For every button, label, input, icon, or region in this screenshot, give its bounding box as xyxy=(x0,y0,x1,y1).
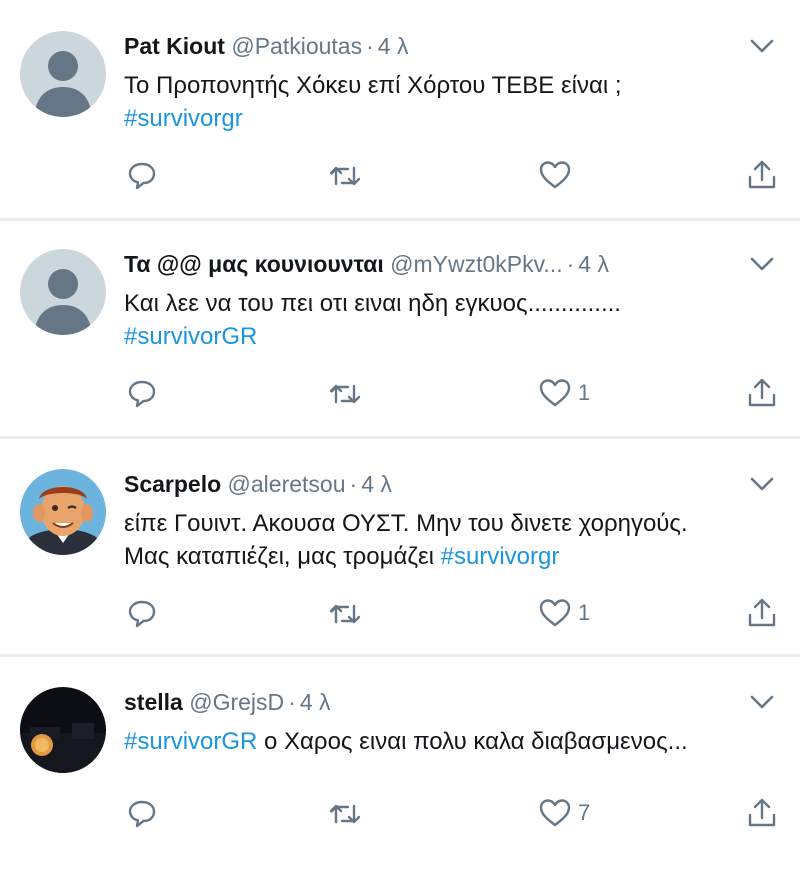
tweet-header: Scarpelo @aleretsou · 4 λ xyxy=(124,469,392,499)
reply-button[interactable] xyxy=(126,793,160,833)
text-span: ο Χαρος ειναι πολυ καλα διαβασμενος... xyxy=(257,728,688,755)
chevron-down-icon[interactable] xyxy=(748,250,776,278)
like-button[interactable]: 1 xyxy=(538,593,590,633)
tweet-text-line: είπε Γουιντ. Ακουσα ΟΥΣΤ. Μην του δινετε… xyxy=(124,507,774,540)
tweet[interactable]: stella @GrejsD · 4 λ #survivorGR ο Χαρος ει… xyxy=(0,656,800,874)
heart-icon xyxy=(538,596,572,630)
user-handle[interactable]: @aleretsou xyxy=(228,471,346,497)
reply-button[interactable] xyxy=(126,373,160,413)
like-button[interactable]: 1 xyxy=(538,373,590,413)
reply-button[interactable] xyxy=(126,593,160,633)
tweet-divider xyxy=(0,436,800,439)
timestamp[interactable]: 4 λ xyxy=(378,33,409,59)
timeline-feed: Pat Kiout @Patkioutas · 4 λ Το Προπονητής Χ… xyxy=(0,0,800,832)
tweet-divider xyxy=(0,654,800,657)
display-name[interactable]: Pat Kiout xyxy=(124,33,225,59)
retweet-icon xyxy=(327,376,363,410)
retweet-button[interactable] xyxy=(327,155,363,195)
tweet-actions: 1 xyxy=(0,593,800,633)
user-handle[interactable]: @Patkioutas xyxy=(231,33,362,59)
reply-button[interactable] xyxy=(126,155,160,195)
heart-icon xyxy=(538,158,572,192)
tweet[interactable]: Pat Kiout @Patkioutas · 4 λ Το Προπονητής Χ… xyxy=(0,0,800,218)
avatar[interactable] xyxy=(20,249,106,335)
heart-icon xyxy=(538,796,572,830)
text-span: Μας καταπιέζει, μας τρομάζει xyxy=(124,543,441,570)
tweet-text: Το Προπονητής Χόκευ επί Χόρτου ΤΕΒΕ είνα… xyxy=(124,69,774,135)
tweet-text-line: #survivorgr xyxy=(124,102,774,135)
avatar[interactable] xyxy=(20,31,106,117)
tweet-actions: 1 xyxy=(0,373,800,413)
hashtag-link[interactable]: #survivorGR xyxy=(124,728,257,755)
reply-icon xyxy=(126,596,160,630)
display-name[interactable]: Τα @@ μας κουνιουνται xyxy=(124,251,384,277)
reply-icon xyxy=(126,796,160,830)
share-icon xyxy=(746,596,778,630)
tweet-text: είπε Γουιντ. Ακουσα ΟΥΣΤ. Μην του δινετε… xyxy=(124,507,774,573)
hashtag-link[interactable]: #survivorgr xyxy=(441,543,560,570)
share-button[interactable] xyxy=(746,593,778,633)
chevron-down-icon[interactable] xyxy=(748,688,776,716)
text-span: Και λεε να του πει οτι ειναι ηδη εγκυος.… xyxy=(124,290,621,317)
avatar[interactable] xyxy=(20,469,106,555)
tweet-divider xyxy=(0,218,800,221)
share-icon xyxy=(746,376,778,410)
text-span: είπε Γουιντ. Ακουσα ΟΥΣΤ. Μην του δινετε… xyxy=(124,510,688,537)
share-icon xyxy=(746,796,778,830)
reply-icon xyxy=(126,376,160,410)
user-handle[interactable]: @GrejsD xyxy=(189,689,284,715)
retweet-icon xyxy=(327,158,363,192)
tweet-text-line: #survivorGR xyxy=(124,320,774,353)
avatar[interactable] xyxy=(20,687,106,773)
heart-icon xyxy=(538,376,572,410)
tweet-text-line: Και λεε να του πει οτι ειναι ηδη εγκυος.… xyxy=(124,287,774,320)
chevron-down-icon[interactable] xyxy=(748,470,776,498)
tweet-text-line: Μας καταπιέζει, μας τρομάζει #survivorgr xyxy=(124,540,774,573)
share-button[interactable] xyxy=(746,373,778,413)
tweet-text-line: Το Προπονητής Χόκευ επί Χόρτου ΤΕΒΕ είνα… xyxy=(124,69,774,102)
display-name[interactable]: stella xyxy=(124,689,183,715)
tweet-header: stella @GrejsD · 4 λ xyxy=(124,687,331,717)
retweet-button[interactable] xyxy=(327,373,363,413)
tweet-text-line: #survivorGR ο Χαρος ειναι πολυ καλα διαβ… xyxy=(124,725,774,758)
separator-dot: · xyxy=(566,251,575,277)
user-handle[interactable]: @mYwzt0kPkv... xyxy=(390,251,562,277)
tweet-text: #survivorGR ο Χαρος ειναι πολυ καλα διαβ… xyxy=(124,725,774,758)
retweet-icon xyxy=(327,596,363,630)
tweet[interactable]: Scarpelo @aleretsou · 4 λ είπε Γουιντ. Ακου… xyxy=(0,438,800,656)
share-button[interactable] xyxy=(746,155,778,195)
timestamp[interactable]: 4 λ xyxy=(578,251,609,277)
tweet-header: Τα @@ μας κουνιουνται @mYwzt0kPkv... · 4 λ xyxy=(124,249,609,279)
like-count: 1 xyxy=(578,600,591,625)
text-span: Το Προπονητής Χόκευ επί Χόρτου ΤΕΒΕ είνα… xyxy=(124,72,622,99)
timestamp[interactable]: 4 λ xyxy=(361,471,392,497)
retweet-button[interactable] xyxy=(327,593,363,633)
tweet-header: Pat Kiout @Patkioutas · 4 λ xyxy=(124,31,408,61)
share-button[interactable] xyxy=(746,793,778,833)
hashtag-link[interactable]: #survivorgr xyxy=(124,105,243,132)
chevron-down-icon[interactable] xyxy=(748,32,776,60)
timestamp[interactable]: 4 λ xyxy=(300,689,331,715)
retweet-icon xyxy=(327,796,363,830)
share-icon xyxy=(746,158,778,192)
tweet[interactable]: Τα @@ μας κουνιουνται @mYwzt0kPkv... · 4 λ… xyxy=(0,218,800,436)
separator-dot: · xyxy=(288,689,296,715)
like-button[interactable] xyxy=(538,155,572,195)
like-count: 1 xyxy=(578,380,591,405)
tweet-actions: 7 xyxy=(0,793,800,833)
retweet-button[interactable] xyxy=(327,793,363,833)
separator-dot: · xyxy=(366,33,374,59)
separator-dot: · xyxy=(349,471,358,497)
display-name[interactable]: Scarpelo xyxy=(124,471,221,497)
reply-icon xyxy=(126,158,160,192)
tweet-text: Και λεε να του πει οτι ειναι ηδη εγκυος.… xyxy=(124,287,774,353)
like-count: 7 xyxy=(578,800,591,825)
like-button[interactable]: 7 xyxy=(538,793,590,833)
hashtag-link[interactable]: #survivorGR xyxy=(124,323,257,350)
tweet-actions xyxy=(0,155,800,195)
